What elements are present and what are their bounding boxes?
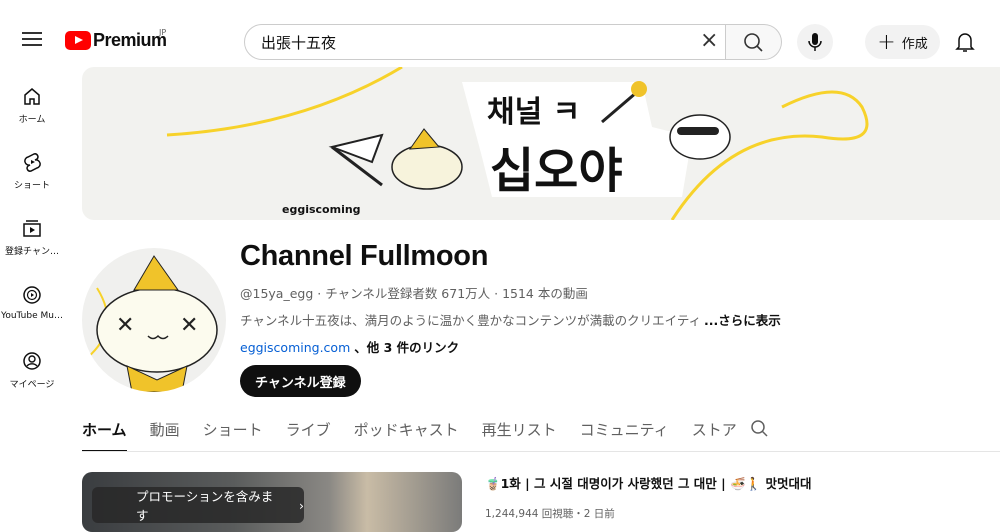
promotion-label: プロモーションを含みます: [136, 489, 274, 523]
logo-text: Premium: [93, 30, 167, 50]
more-links[interactable]: 、他 3 件のリンク: [354, 340, 459, 355]
sidebar-label: マイページ: [9, 380, 55, 390]
tab-podcasts[interactable]: ポッドキャスト: [354, 419, 459, 452]
sidebar-label: YouTube Mu…: [1, 311, 63, 321]
sidebar-label: 登録チャン…: [5, 247, 59, 257]
tab-home[interactable]: ホーム: [82, 419, 127, 452]
sidebar-item-subscriptions[interactable]: 登録チャン…: [0, 218, 64, 257]
youtube-logo[interactable]: Premium: [65, 30, 167, 51]
shorts-icon: [24, 153, 41, 172]
search-value: 出張十五夜: [261, 33, 337, 52]
svg-text:✕: ✕: [116, 313, 134, 338]
microphone-icon: [808, 33, 822, 51]
sidebar-item-my-page[interactable]: マイページ: [0, 351, 64, 390]
tab-community[interactable]: コミュニティ: [580, 419, 669, 452]
region-code: JP: [159, 28, 167, 37]
notifications-bell-icon[interactable]: [954, 30, 976, 54]
chevron-right-icon: ›: [299, 497, 304, 513]
clear-search-icon[interactable]: ×: [700, 30, 718, 52]
subscriptions-icon: [23, 220, 41, 237]
channel-name: Channel Fullmoon: [240, 240, 489, 272]
create-label: 作成: [901, 36, 928, 52]
search-input[interactable]: 出張十五夜: [244, 24, 726, 60]
subscribe-button[interactable]: チャンネル登録: [240, 365, 361, 397]
show-more-link[interactable]: ...さらに表示: [704, 310, 781, 329]
create-button[interactable]: + 作成: [865, 25, 940, 59]
menu-icon[interactable]: [22, 32, 42, 50]
channel-link[interactable]: eggiscoming.com: [240, 340, 350, 355]
svg-text:채널 ㅋ: 채널 ㅋ: [487, 95, 580, 130]
promotion-notice[interactable]: プロモーションを含みます ›: [92, 487, 304, 523]
sidebar-label: ショート: [13, 181, 50, 191]
search-icon: [744, 33, 763, 52]
channel-tabs: ホーム 動画 ショート ライブ ポッドキャスト 再生リスト コミュニティ ストア: [82, 419, 760, 452]
tab-store[interactable]: ストア: [692, 419, 737, 452]
featured-video-title[interactable]: 🧋1화 | 그 시절 대명이가 사랑했던 그 대만 | 🍜🚶 맛멋대대: [485, 473, 812, 492]
tab-playlists[interactable]: 再生リスト: [482, 419, 557, 452]
tab-shorts[interactable]: ショート: [203, 419, 263, 452]
tabs-divider: [82, 451, 1000, 452]
sidebar-item-shorts[interactable]: ショート: [0, 152, 64, 191]
channel-banner: 채널 ㅋ 십오야 eggiscoming: [82, 67, 1000, 220]
plus-icon: +: [877, 29, 896, 55]
channel-description[interactable]: チャンネル十五夜は、満月のように温かく豊かなコンテンツが満載のクリエイティ: [240, 310, 701, 329]
svg-text:✕: ✕: [180, 313, 198, 338]
svg-text:십오야: 십오야: [490, 143, 622, 199]
search-button[interactable]: [726, 24, 782, 60]
account-icon: [23, 352, 41, 370]
sidebar-item-youtube-music[interactable]: YouTube Mu…: [0, 285, 64, 321]
voice-search-button[interactable]: [797, 24, 833, 60]
sidebar-label: ホーム: [18, 115, 46, 125]
home-icon: [24, 88, 40, 105]
tab-live[interactable]: ライブ: [286, 419, 331, 452]
tab-videos[interactable]: 動画: [150, 419, 180, 452]
channel-avatar: ✕ ✕: [82, 248, 226, 392]
top-bar: Premium JP 出張十五夜 × + 作成: [0, 0, 1000, 66]
channel-search-icon[interactable]: [750, 419, 770, 439]
svg-text:eggiscoming: eggiscoming: [282, 203, 361, 216]
channel-links: eggiscoming.com 、他 3 件のリンク: [240, 337, 459, 356]
youtube-play-icon: [65, 31, 91, 50]
featured-video-meta: 1,244,944 回視聴・2 日前: [485, 508, 615, 520]
sidebar-item-home[interactable]: ホーム: [0, 86, 64, 125]
channel-meta: @15ya_egg · チャンネル登録者数 671万人 · 1514 本の動画: [240, 286, 588, 301]
banner-artwork: 채널 ㅋ 십오야 eggiscoming: [166, 67, 869, 220]
youtube-music-icon: [23, 286, 41, 304]
